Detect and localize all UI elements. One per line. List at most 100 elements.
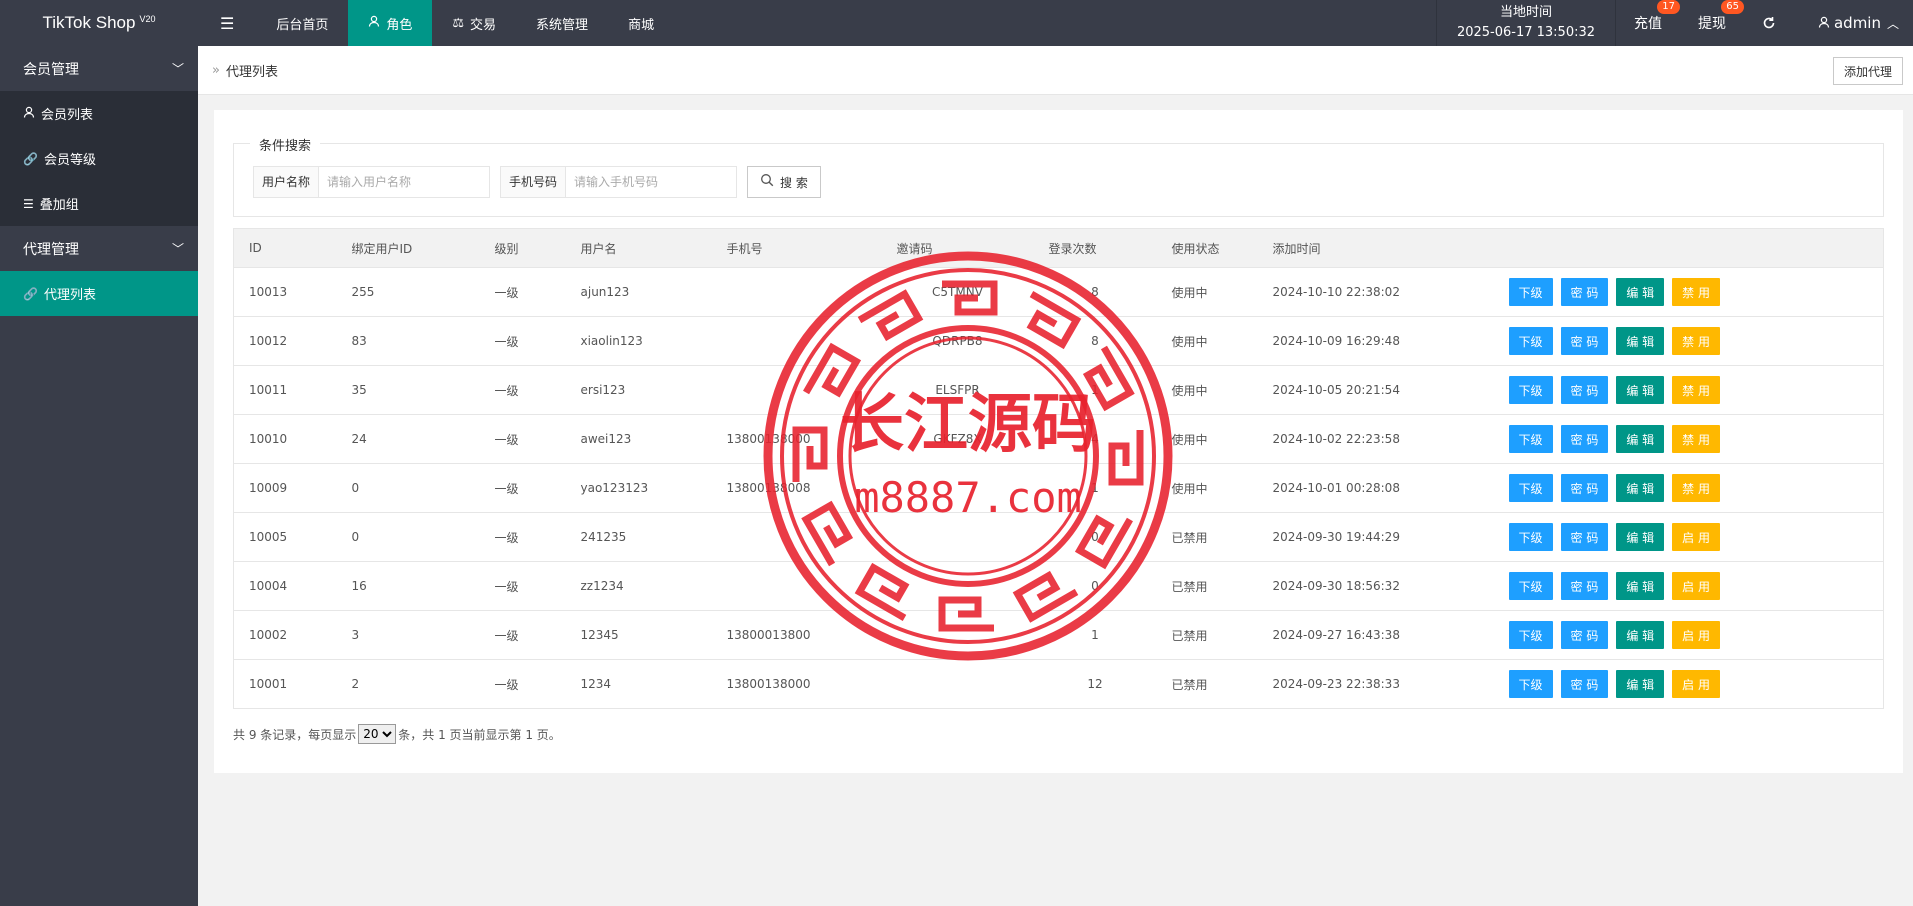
sub-button[interactable]: 下级 xyxy=(1508,621,1553,649)
toggle-status-button[interactable]: 禁 用 xyxy=(1672,376,1720,404)
edit-button[interactable]: 编 辑 xyxy=(1616,425,1665,453)
user-menu[interactable]: admin ︿ xyxy=(1794,0,1913,46)
cell-phone xyxy=(711,267,882,317)
sub-button[interactable]: 下级 xyxy=(1508,376,1553,404)
edit-button[interactable]: 编 辑 xyxy=(1616,474,1665,502)
nav-home-label: 后台首页 xyxy=(276,17,329,33)
toggle-status-button[interactable]: 启 用 xyxy=(1672,670,1720,698)
table-row: 10001 2 一级 1234 13800138000 12 已禁用 2024-09-23 2… xyxy=(233,659,1884,709)
edit-button[interactable]: 编 辑 xyxy=(1616,523,1665,551)
password-button[interactable]: 密 码 xyxy=(1560,523,1609,551)
col-added-time: 添加时间 xyxy=(1257,228,1494,268)
recharge-button[interactable]: 充值 17 xyxy=(1616,0,1680,46)
cell-phone: 13800013800 xyxy=(711,610,882,660)
menu-toggle-icon[interactable]: ☰ xyxy=(198,0,256,46)
sidebar-item-member-level[interactable]: 🔗 会员等级 xyxy=(0,136,198,181)
cell-invite-code: GKFZ8X xyxy=(881,414,1034,464)
cell-actions: 下级密 码编 辑启 用 xyxy=(1493,659,1884,709)
search-fieldset: 条件搜索 用户名称 手机号码 搜 索 xyxy=(233,135,1884,217)
toggle-status-button[interactable]: 启 用 xyxy=(1672,621,1720,649)
password-button[interactable]: 密 码 xyxy=(1560,278,1609,306)
row-actions: 下级密 码编 辑启 用 xyxy=(1508,621,1884,649)
nav-system[interactable]: 系统管理 xyxy=(516,0,608,46)
edit-button[interactable]: 编 辑 xyxy=(1616,278,1665,306)
cell-username: xiaolin123 xyxy=(565,316,712,366)
cell-login-count: 1 xyxy=(1033,463,1157,513)
cell-login-count: 1 xyxy=(1033,365,1157,415)
table-row: 10010 24 一级 awei123 13800138000 GKFZ8X 4 使用中 202… xyxy=(233,414,1884,464)
sub-button[interactable]: 下级 xyxy=(1508,523,1553,551)
recharge-label: 充值 xyxy=(1633,16,1662,32)
sub-button[interactable]: 下级 xyxy=(1508,278,1553,306)
password-button[interactable]: 密 码 xyxy=(1560,621,1609,649)
sub-button[interactable]: 下级 xyxy=(1508,670,1553,698)
withdraw-button[interactable]: 提现 65 xyxy=(1680,0,1744,46)
cell-added-time: 2024-09-23 22:38:33 xyxy=(1257,659,1494,709)
edit-button[interactable]: 编 辑 xyxy=(1616,670,1665,698)
sub-button[interactable]: 下级 xyxy=(1508,474,1553,502)
time-label: 当地时间 xyxy=(1499,5,1552,20)
sub-button[interactable]: 下级 xyxy=(1508,425,1553,453)
cell-bind-user: 83 xyxy=(336,316,480,366)
link-icon: 🔗 xyxy=(23,151,38,166)
sub-button[interactable]: 下级 xyxy=(1508,327,1553,355)
toggle-status-button[interactable]: 禁 用 xyxy=(1672,474,1720,502)
nav-role[interactable]: 角色 xyxy=(348,0,433,46)
edit-button[interactable]: 编 辑 xyxy=(1616,327,1665,355)
sidebar-item-member-list[interactable]: 会员列表 xyxy=(0,91,198,136)
edit-button[interactable]: 编 辑 xyxy=(1616,621,1665,649)
cell-level: 一级 xyxy=(479,463,566,513)
col-id: ID xyxy=(233,228,337,268)
top-nav: ☰ 后台首页 角色 ⚖ 交易 系统管理 商城 xyxy=(198,0,674,46)
toggle-status-button[interactable]: 禁 用 xyxy=(1672,278,1720,306)
cell-id: 10012 xyxy=(233,316,337,366)
local-time: 当地时间 2025-06-17 13:50:32 xyxy=(1435,0,1616,46)
scale-icon: ⚖ xyxy=(452,15,465,31)
nav-trade[interactable]: ⚖ 交易 xyxy=(432,0,516,46)
cell-id: 10010 xyxy=(233,414,337,464)
cell-phone: 13800138000 xyxy=(711,414,882,464)
toggle-status-button[interactable]: 禁 用 xyxy=(1672,425,1720,453)
page-title: 代理列表 xyxy=(225,64,278,80)
toggle-status-button[interactable]: 启 用 xyxy=(1672,572,1720,600)
nav-home[interactable]: 后台首页 xyxy=(256,0,348,46)
edit-button[interactable]: 编 辑 xyxy=(1616,572,1665,600)
password-button[interactable]: 密 码 xyxy=(1560,376,1609,404)
password-button[interactable]: 密 码 xyxy=(1560,670,1609,698)
password-button[interactable]: 密 码 xyxy=(1560,327,1609,355)
cell-added-time: 2024-10-09 16:29:48 xyxy=(1257,316,1494,366)
cell-actions: 下级密 码编 辑禁 用 xyxy=(1493,365,1884,415)
phone-input[interactable] xyxy=(566,166,738,198)
sidebar-group-agent[interactable]: 代理管理 ﹀ xyxy=(0,226,198,271)
table-header-row: ID 绑定用户ID 级别 用户名 手机号 邀请码 登录次数 使用状态 添加时间 xyxy=(233,228,1884,268)
cell-bind-user: 35 xyxy=(336,365,480,415)
username-input[interactable] xyxy=(319,166,491,198)
sidebar-group-member[interactable]: 会员管理 ﹀ xyxy=(0,46,198,91)
cell-login-count: 1 xyxy=(1033,610,1157,660)
password-button[interactable]: 密 码 xyxy=(1560,425,1609,453)
chevron-down-icon: ﹀ xyxy=(171,62,184,76)
sidebar-group-label: 会员管理 xyxy=(23,61,79,78)
edit-button[interactable]: 编 辑 xyxy=(1616,376,1665,404)
page-size-select[interactable]: 20 xyxy=(358,724,397,744)
sub-button[interactable]: 下级 xyxy=(1508,572,1553,600)
refresh-icon[interactable] xyxy=(1744,0,1794,46)
double-chevron-icon: » xyxy=(212,62,220,78)
add-agent-button[interactable]: 添加代理 xyxy=(1832,57,1903,85)
search-legend: 条件搜索 xyxy=(250,135,321,154)
password-button[interactable]: 密 码 xyxy=(1560,474,1609,502)
sidebar-item-agent-list[interactable]: 🔗 代理列表 xyxy=(0,271,198,316)
sidebar-item-stack-group[interactable]: ☰ 叠加组 xyxy=(0,181,198,226)
row-actions: 下级密 码编 辑禁 用 xyxy=(1508,278,1884,306)
toggle-status-button[interactable]: 禁 用 xyxy=(1672,327,1720,355)
pagination: 共 9 条记录，每页显示 20 条，共 1 页当前显示第 1 页。 xyxy=(233,724,561,744)
col-bind-user: 绑定用户ID xyxy=(336,228,480,268)
cell-invite-code xyxy=(881,659,1034,709)
toggle-status-button[interactable]: 启 用 xyxy=(1672,523,1720,551)
row-actions: 下级密 码编 辑禁 用 xyxy=(1508,376,1884,404)
search-button[interactable]: 搜 索 xyxy=(747,166,821,198)
nav-mall[interactable]: 商城 xyxy=(608,0,674,46)
password-button[interactable]: 密 码 xyxy=(1560,572,1609,600)
app-logo[interactable]: TikTok Shop V20 xyxy=(0,0,198,46)
cell-id: 10011 xyxy=(233,365,337,415)
